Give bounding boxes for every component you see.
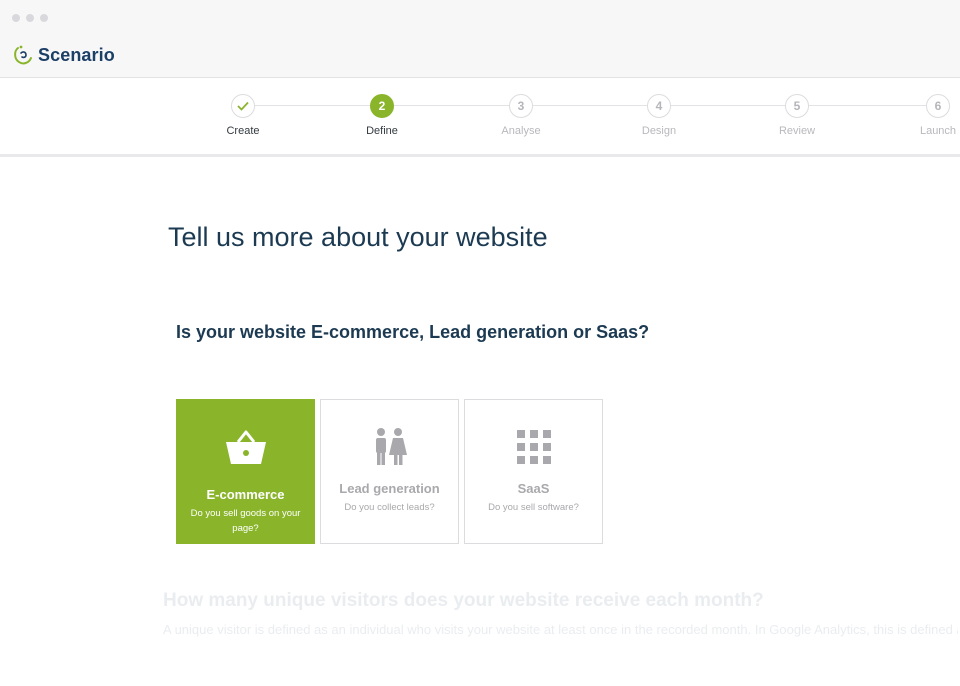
people-icon xyxy=(372,427,408,467)
step-label: Launch xyxy=(919,125,957,137)
grid-icon xyxy=(516,427,551,467)
step-number: 5 xyxy=(785,94,809,118)
step-label: Design xyxy=(641,125,677,137)
window-controls xyxy=(12,14,48,22)
window-dot[interactable] xyxy=(12,14,20,22)
step-create[interactable]: Create xyxy=(203,94,283,137)
window-dot[interactable] xyxy=(40,14,48,22)
progress-stepper: Create 2 Define 3 Analyse 4 Design 5 Rev… xyxy=(0,79,960,157)
step-number: 4 xyxy=(647,94,671,118)
step-circle xyxy=(231,94,255,118)
step-launch[interactable]: 6 Launch xyxy=(898,94,960,137)
option-title: SaaS xyxy=(517,481,550,496)
window-dot[interactable] xyxy=(26,14,34,22)
step-design[interactable]: 4 Design xyxy=(619,94,699,137)
app-logo[interactable]: Scenario xyxy=(12,44,115,66)
option-title: Lead generation xyxy=(339,481,440,496)
option-saas[interactable]: SaaS Do you sell software? xyxy=(464,399,603,544)
option-lead-generation[interactable]: Lead generation Do you collect leads? xyxy=(320,399,459,544)
step-number: 2 xyxy=(370,94,394,118)
visitors-question: How many unique visitors does your websi… xyxy=(163,590,764,611)
option-subtitle: Do you collect leads? xyxy=(344,502,435,513)
step-label: Review xyxy=(778,125,816,137)
app-name: Scenario xyxy=(38,44,115,65)
step-analyse[interactable]: 3 Analyse xyxy=(481,94,561,137)
step-review[interactable]: 5 Review xyxy=(757,94,837,137)
step-number: 6 xyxy=(926,94,950,118)
browser-topbar: Scenario xyxy=(0,0,960,78)
basket-icon xyxy=(224,427,268,467)
option-subtitle: Do you sell software? xyxy=(488,502,579,513)
option-title: E-commerce xyxy=(206,487,285,502)
step-label: Analyse xyxy=(501,125,541,137)
scenario-logo-icon xyxy=(14,45,32,65)
step-define[interactable]: 2 Define xyxy=(342,94,422,137)
option-subtitle: Do you sell goods on your page? xyxy=(190,508,301,534)
page-title: Tell us more about your website xyxy=(168,222,548,252)
step-label: Define xyxy=(366,125,398,137)
option-ecommerce[interactable]: E-commerce Do you sell goods on your pag… xyxy=(176,399,315,544)
check-icon xyxy=(237,101,249,111)
website-type-question: Is your website E-commerce, Lead generat… xyxy=(176,322,650,342)
step-number: 3 xyxy=(509,94,533,118)
visitors-description: A unique visitor is defined as an indivi… xyxy=(163,622,958,637)
step-label: Create xyxy=(226,125,260,137)
